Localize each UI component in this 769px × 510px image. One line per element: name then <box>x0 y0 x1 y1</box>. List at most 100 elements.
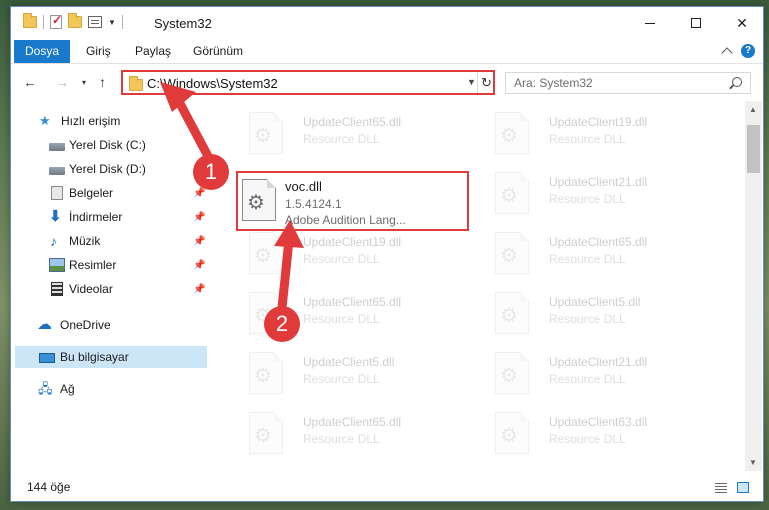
nav-item-this-pc[interactable]: Bu bilgisayar <box>15 346 207 368</box>
recent-locations-chevron-icon[interactable]: ▾ <box>82 78 86 87</box>
tab-share[interactable]: Paylaş <box>123 40 183 63</box>
nav-item-label: Resimler <box>69 258 117 272</box>
cloud-icon: ☁ <box>37 316 52 333</box>
nav-item-downloads[interactable]: ⬇ İndirmeler 📌 <box>11 206 209 228</box>
dll-file-icon <box>249 412 283 454</box>
tab-view[interactable]: Görünüm <box>181 40 255 63</box>
refresh-icon[interactable]: ↻ <box>477 72 495 93</box>
address-path[interactable]: C:\Windows\System32 <box>147 76 278 91</box>
search-placeholder: Ara: System32 <box>514 76 593 90</box>
file-type: Resource DLL <box>549 132 626 146</box>
file-name: UpdateClient21.dll <box>549 355 648 369</box>
nav-item-pictures[interactable]: Resimler 📌 <box>11 254 209 276</box>
nav-item-label: İndirmeler <box>69 210 123 224</box>
dll-file-icon <box>249 352 283 394</box>
nav-item-label: Ağ <box>60 382 75 396</box>
nav-item-label: Belgeler <box>69 186 114 200</box>
new-folder-icon[interactable] <box>68 13 82 28</box>
network-icon: 🖧 <box>38 381 53 396</box>
dll-file-icon <box>242 179 276 221</box>
help-icon[interactable]: ? <box>741 44 755 58</box>
nav-item-onedrive[interactable]: ☁ OneDrive <box>11 314 209 336</box>
forward-arrow-icon[interactable]: → <box>55 74 69 90</box>
file-type: Resource DLL <box>549 372 626 386</box>
nav-item-network[interactable]: 🖧 Ağ <box>11 378 209 400</box>
file-item[interactable]: UpdateClient21.dll Resource DLL <box>477 167 707 223</box>
nav-item-quick-access[interactable]: ★ Hızlı erişim <box>11 110 209 132</box>
separator <box>121 15 123 29</box>
folder-icon <box>23 13 37 28</box>
file-item[interactable]: UpdateClient19.dll Resource DLL <box>477 107 707 163</box>
ribbon-controls: ? <box>721 44 755 59</box>
address-row: ← → ▾ ↑ C:\Windows\System32 ▼ ↻ Ara: Sys… <box>11 65 763 99</box>
dll-file-icon <box>495 232 529 274</box>
scroll-up-icon[interactable]: ▲ <box>749 105 757 114</box>
dll-file-icon <box>495 172 529 214</box>
tab-home[interactable]: Giriş <box>74 40 123 63</box>
file-description: Adobe Audition Lang... <box>285 213 406 227</box>
dll-file-icon <box>495 412 529 454</box>
back-arrow-icon[interactable]: ← <box>23 74 37 90</box>
folder-icon <box>129 76 143 91</box>
file-type: Resource DLL <box>549 432 626 446</box>
view-options-icon[interactable] <box>88 16 102 28</box>
pictures-icon <box>49 258 65 272</box>
file-item[interactable]: UpdateClient65.dll Resource DLL <box>231 407 461 463</box>
file-version: 1.5.4124.1 <box>285 197 342 211</box>
file-type: Resource DLL <box>549 252 626 266</box>
window-title: System32 <box>154 16 212 31</box>
large-icons-view-icon[interactable] <box>737 482 749 493</box>
title-bar: ▼ System32 ✕ <box>11 7 763 39</box>
dll-file-icon <box>495 292 529 334</box>
address-dropdown-icon[interactable]: ▼ <box>467 77 476 87</box>
nav-item-documents[interactable]: Belgeler 📌 <box>11 182 209 204</box>
nav-item-local-disk-d[interactable]: Yerel Disk (D:) 📌 <box>11 158 209 180</box>
tab-file[interactable]: Dosya <box>14 40 70 63</box>
close-button[interactable]: ✕ <box>719 7 765 39</box>
file-type: Resource DLL <box>303 252 380 266</box>
file-name: UpdateClient65.dll <box>303 295 402 309</box>
file-name: UpdateClient19.dll <box>303 235 402 249</box>
nav-item-local-disk-c[interactable]: Yerel Disk (C:) <box>11 134 209 156</box>
file-name: UpdateClient65.dll <box>303 415 402 429</box>
drive-icon <box>49 167 65 175</box>
address-bar[interactable]: C:\Windows\System32 ▼ ↻ <box>121 70 495 95</box>
nav-item-music[interactable]: ♪ Müzik 📌 <box>11 230 209 252</box>
details-view-icon[interactable] <box>715 482 727 493</box>
file-item[interactable]: UpdateClient63.dll Resource DLL <box>477 407 707 463</box>
item-count: 144 öğe <box>27 480 71 494</box>
file-type: Resource DLL <box>549 312 626 326</box>
highlighted-file-voc-dll[interactable]: voc.dll 1.5.4124.1 Adobe Audition Lang..… <box>236 171 469 231</box>
customize-toolbar-dropdown-icon[interactable]: ▼ <box>108 18 116 27</box>
documents-icon <box>51 186 63 200</box>
search-input[interactable]: Ara: System32 <box>505 72 751 94</box>
dll-file-icon <box>249 232 283 274</box>
nav-item-label: Bu bilgisayar <box>60 350 129 364</box>
nav-item-videos[interactable]: Videolar 📌 <box>11 278 209 300</box>
scroll-thumb[interactable] <box>747 125 760 173</box>
dll-file-icon <box>495 352 529 394</box>
file-item[interactable]: UpdateClient5.dll Resource DLL <box>477 287 707 343</box>
file-item[interactable]: UpdateClient65.dll Resource DLL <box>231 107 461 163</box>
file-item[interactable]: UpdateClient19.dll Resource DLL <box>231 227 461 283</box>
maximize-button[interactable] <box>673 7 719 39</box>
minimize-button[interactable] <box>627 7 673 39</box>
scroll-down-icon[interactable]: ▼ <box>749 458 757 467</box>
file-item[interactable]: UpdateClient65.dll Resource DLL <box>477 227 707 283</box>
file-name: UpdateClient19.dll <box>549 115 648 129</box>
up-arrow-icon[interactable]: ↑ <box>99 74 106 90</box>
music-icon: ♪ <box>50 233 57 249</box>
vertical-scrollbar[interactable]: ▲ ▼ <box>745 101 762 471</box>
ribbon-tabs: Dosya Giriş Paylaş Görünüm ? <box>11 40 763 64</box>
file-type: Resource DLL <box>303 132 380 146</box>
file-item[interactable]: UpdateClient21.dll Resource DLL <box>477 347 707 403</box>
nav-item-label: Yerel Disk (D:) <box>69 162 146 176</box>
file-name: UpdateClient5.dll <box>303 355 395 369</box>
file-name: UpdateClient63.dll <box>549 415 648 429</box>
properties-check-icon[interactable] <box>50 13 62 29</box>
expand-ribbon-icon[interactable] <box>721 47 733 59</box>
navigation-pane: ★ Hızlı erişim Yerel Disk (C:) Yerel Dis… <box>11 101 209 471</box>
nav-item-label: Videolar <box>69 282 113 296</box>
file-item[interactable]: UpdateClient5.dll Resource DLL <box>231 347 461 403</box>
separator <box>43 15 44 29</box>
